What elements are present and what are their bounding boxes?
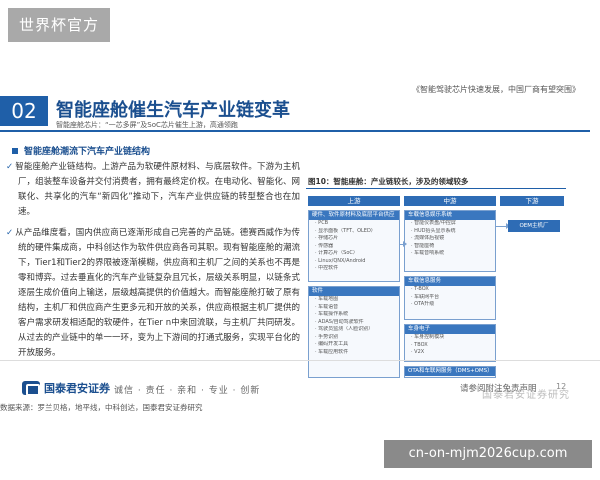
diagram-box-item: · 车载语音 (315, 303, 339, 310)
diagram-box-item: · 车载应用软件 (315, 348, 349, 355)
diagram-box-title: 车载信息娱乐系统 (405, 211, 495, 220)
diagram-box-item: · V2X (411, 349, 425, 355)
diagram-box-item: · OTA升级 (411, 301, 435, 307)
diagram-box-item: · 显示面板（TFT、OLED） (315, 227, 376, 234)
url-watermark: cn-on-mjm2026cup.com (384, 440, 592, 468)
square-bullet-icon (12, 148, 18, 154)
title-divider (0, 130, 590, 132)
diagram-box-item: · 流媒体后视镜 (411, 235, 445, 241)
figure-caption: 图10：智能座舱：产业链较长，涉及的领域较多 (308, 177, 469, 186)
column-header-upstream: 上游 (308, 196, 400, 206)
company-logo: 国泰君安证券 (22, 380, 110, 396)
diagram-box-item: · 车载地图 (315, 296, 339, 302)
diagram-box: 车载信息服务 · T-BOX · 车联网平台 · OTA升级 (404, 276, 496, 320)
paragraph-1: ✓ 智能座舱产业链结构。上游产品为软硬件原材料、与底层软件。下游为主机厂，组装整车… (6, 160, 300, 220)
diagram-box-item: · TBOX (411, 341, 428, 348)
diagram-box-item: · 手势识别 (315, 333, 339, 340)
checkmark-icon: ✓ (6, 162, 14, 172)
diagram-box-item: · 中控软件 (315, 265, 339, 271)
diagram-box-title: 硬件、软件原材料及底层平台供应 (309, 211, 399, 220)
checkmark-icon: ✓ (6, 228, 14, 238)
bullet-heading: 智能座舱潮流下汽车产业链结构 (12, 144, 150, 157)
diagram-box: 车载信息娱乐系统 · 智能仪表盘/中控屏 · HUD抬头显示系统 · 流媒体后视镜 ·… (404, 210, 496, 272)
diagram-box-item: · 编码开发工具 (315, 341, 349, 347)
footer-divider (0, 360, 600, 361)
diagram-box: 软件 · 车载地图 · 车载语音 · 车载操作系统 · ADAS/自动驾驶软件 · 驾驶… (308, 286, 400, 378)
diagram-box-item: · 车载音响系统 (411, 250, 445, 256)
diagram-box: OTA和车联网服务（DMS+OMS） (404, 366, 496, 378)
diagram-box-item: · 存储芯片 (315, 235, 339, 241)
diagram-box-item: · Linux/QNX/Android (315, 257, 366, 264)
section-title: 智能座舱催生汽车产业链变革 (56, 100, 290, 121)
slide: 《智能驾驶芯片快速发展，中国厂商有望突围》 02 智能座舱催生汽车产业链变革 智… (0, 84, 600, 412)
oem-box: OEM主机厂 (508, 220, 560, 232)
diagram-box-item: · ADAS/自动驾驶软件 (315, 318, 364, 325)
diagram-box-item: · PCB (315, 220, 329, 226)
watermark: 国泰君安证券研究 (482, 390, 570, 401)
diagram-box-item: · 车身控制模块 (411, 334, 445, 340)
bullet-heading-text: 智能座舱潮流下汽车产业链结构 (24, 147, 151, 157)
diagram-box-item: · 智能仪表盘/中控屏 (411, 220, 456, 226)
diagram-box-title: 车载信息服务 (405, 277, 495, 286)
arrow-right-icon (496, 223, 510, 229)
diagram-box: 车身电子 · 车身控制模块 · TBOX · V2X (404, 324, 496, 362)
diagram-box-item: · T-BOX (411, 286, 429, 292)
diagram-box: 硬件、软件原材料及底层平台供应 · PCB · 显示面板（TFT、OLED） · 存… (308, 210, 400, 282)
diagram-box-title: 软件 (309, 287, 399, 296)
figure-divider (306, 188, 566, 189)
site-badge: 世界杯官方 (8, 8, 110, 42)
section-subtitle: 智能座舱芯片：“一芯多屏”及SoC芯片催生上游，高通领跑 (56, 121, 238, 129)
deck-title: 《智能驾驶芯片快速发展，中国厂商有望突围》 (412, 85, 580, 94)
diagram-box-title: OTA和车联网服务（DMS+OMS） (405, 367, 495, 376)
arrow-right-icon (400, 241, 407, 247)
diagram-box-item: · 驾驶员监测（人脸识别） (315, 326, 374, 332)
diagram-box-item: · 车联网平台 (411, 293, 440, 300)
diagram-box-item: · 智能座椅 (411, 242, 435, 249)
paragraph-1-text: 智能座舱产业链结构。上游产品为软硬件原材料、与底层软件。下游为主机厂，组装整车设… (15, 162, 300, 217)
source-note: 数据来源：罗兰贝格，地平线，中科创达，国泰君安证券研究 (0, 403, 203, 412)
section-number: 02 (0, 96, 48, 126)
slogan: 诚信 · 责任 · 亲和 · 专业 · 创新 (114, 386, 261, 396)
diagram-box-title: 车身电子 (405, 325, 495, 334)
paragraph-2-text: 从产品维度看，国内供应商已逐渐形成自己完善的产品链。德赛西威作为传统的硬件集成商… (15, 228, 300, 358)
diagram-box-item: · 传感器 (315, 242, 334, 249)
company-logo-icon (22, 381, 40, 396)
column-header-downstream: 下游 (500, 196, 564, 206)
diagram-box-item: · HUD抬头显示系统 (411, 227, 456, 234)
diagram-box-item: · 计算芯片（SoC） (315, 250, 358, 256)
paragraph-2: ✓ 从产品维度看，国内供应商已逐渐形成自己完善的产品链。德赛西威作为传统的硬件集成… (6, 226, 300, 361)
column-header-midstream: 中游 (404, 196, 496, 206)
diagram-box-item: · 车载操作系统 (315, 311, 349, 317)
company-name: 国泰君安证券 (44, 382, 110, 395)
